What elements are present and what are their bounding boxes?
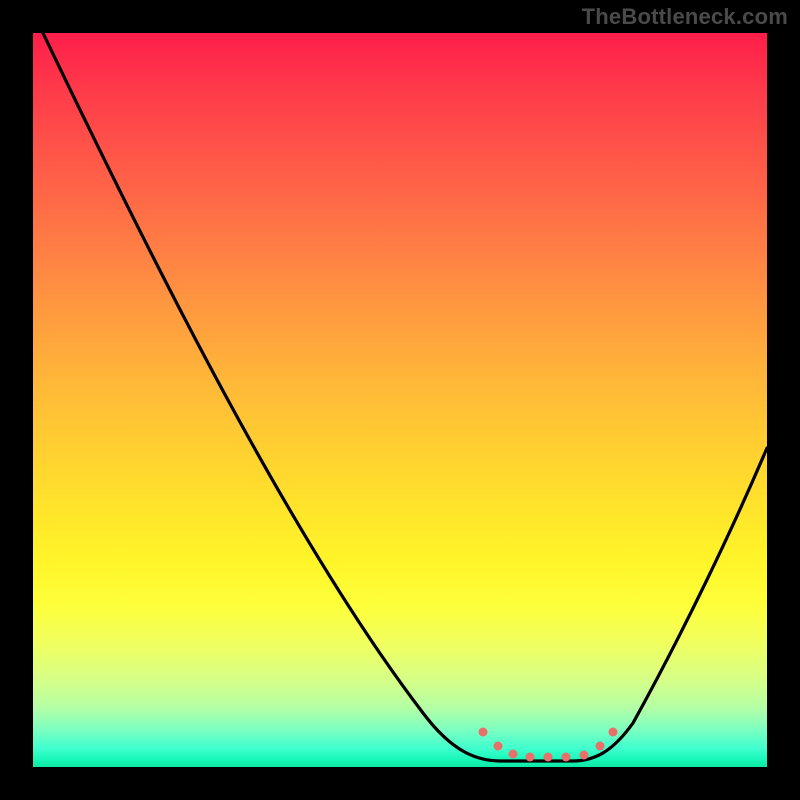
bottleneck-curve	[33, 33, 767, 767]
plot-area	[33, 33, 767, 767]
watermark-text: TheBottleneck.com	[582, 4, 788, 30]
optimal-range-marker	[483, 732, 613, 757]
curve-path	[43, 33, 767, 761]
chart-frame: TheBottleneck.com	[0, 0, 800, 800]
